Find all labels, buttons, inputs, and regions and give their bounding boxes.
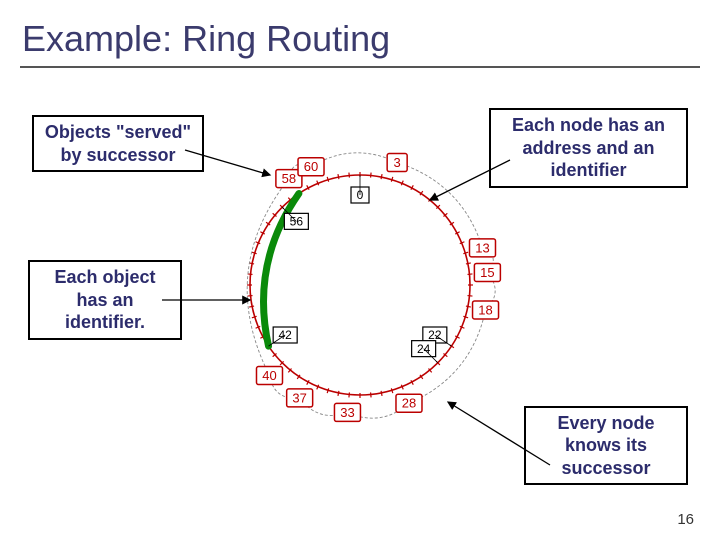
page-title: Example: Ring Routing xyxy=(0,0,720,60)
ring-diagram: 3131518283337405860022244256 xyxy=(210,110,510,450)
svg-text:40: 40 xyxy=(262,368,276,383)
svg-text:60: 60 xyxy=(304,159,318,174)
svg-text:58: 58 xyxy=(282,171,296,186)
ring-node: 28 xyxy=(396,394,422,412)
svg-text:37: 37 xyxy=(292,390,306,405)
callout-successor: Every node knows its successor xyxy=(524,406,688,486)
svg-text:15: 15 xyxy=(480,265,494,280)
callout-node-address: Each node has an address and an identifi… xyxy=(489,108,688,188)
ring-node: 40 xyxy=(256,367,282,385)
svg-text:3: 3 xyxy=(394,155,401,170)
page-number: 16 xyxy=(677,511,694,528)
svg-text:13: 13 xyxy=(475,240,489,255)
title-underline xyxy=(20,66,700,68)
callout-objects-served: Objects "served" by successor xyxy=(32,115,204,172)
ring-node: 60 xyxy=(298,158,324,176)
ring-node: 33 xyxy=(334,403,360,421)
ring-node: 37 xyxy=(287,389,313,407)
svg-text:42: 42 xyxy=(278,328,292,342)
svg-text:28: 28 xyxy=(402,396,416,411)
svg-text:18: 18 xyxy=(478,302,492,317)
ring-node: 3 xyxy=(387,154,407,172)
ring-node: 18 xyxy=(473,301,499,319)
callout-object-id: Each object has an identifier. xyxy=(28,260,182,340)
ring-node: 15 xyxy=(474,263,500,281)
svg-text:33: 33 xyxy=(340,405,354,420)
ring-node: 13 xyxy=(469,239,495,257)
